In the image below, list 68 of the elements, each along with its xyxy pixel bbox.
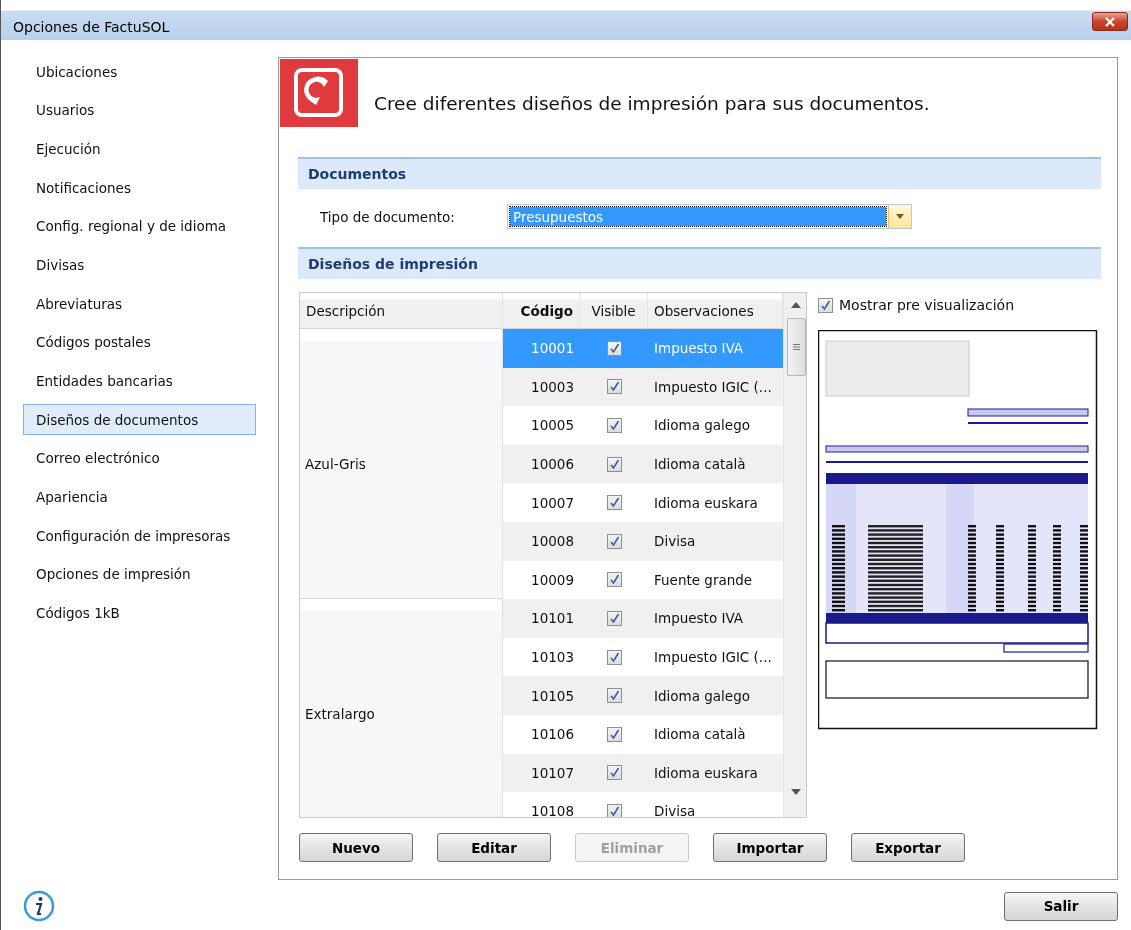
close-button[interactable] [1092,12,1128,31]
action-button[interactable]: Editar [437,833,551,862]
visible-checkbox[interactable] [606,340,622,356]
header-text: Cree diferentes diseños de impresión para sus documentos. [374,91,930,114]
description-cell: Extralargo [305,706,375,723]
sidebar-item[interactable]: Configuración de impresoras [23,520,256,552]
action-button[interactable]: Nuevo [299,833,413,862]
sidebar-item[interactable]: Códigos postales [23,326,256,358]
info-icon[interactable] [23,890,55,922]
visible-checkbox[interactable] [606,803,622,817]
window-title: Opciones de FactuSOL [13,19,170,35]
scrollbar[interactable] [783,293,806,817]
preview-checkbox[interactable] [818,297,833,313]
sidebar-item[interactable]: Config. regional y de idioma [23,210,256,242]
column-header[interactable]: Código [503,293,580,329]
sidebar-item[interactable]: Divisas [23,249,256,281]
description-cell: Azul-Gris [305,455,366,472]
sidebar-item[interactable]: Notificaciones [23,172,256,204]
scroll-down-icon[interactable] [791,789,801,795]
sidebar-item[interactable]: Ejecución [23,133,256,165]
section-header: Documentos [298,157,1101,189]
column-header[interactable]: Descripción [300,293,503,329]
visible-checkbox[interactable] [606,379,622,395]
observations-cell[interactable]: Idioma euskara [648,753,783,793]
action-button[interactable]: Exportar [851,833,965,862]
sidebar-item[interactable]: Diseños de documentos [23,404,256,436]
section-header: Diseños de impresión [298,247,1101,279]
grip-icon [793,344,800,350]
dropdown-arrow-icon [896,214,904,219]
visible-checkbox[interactable] [606,726,622,742]
observations-cell[interactable]: Impuesto IGIC (... [648,367,783,407]
code-cell[interactable]: 10003 [503,367,580,407]
observations-cell[interactable]: Impuesto IVA [648,599,783,638]
sidebar-item[interactable]: Usuarios [23,94,256,126]
visible-checkbox[interactable] [606,418,622,433]
sidebar-item[interactable]: Opciones de impresión [23,558,256,590]
action-button[interactable]: Importar [713,833,827,862]
code-cell[interactable]: 10107 [503,753,580,793]
visible-checkbox[interactable] [606,649,622,665]
field-label: Tipo de documento: [320,208,456,225]
visible-checkbox[interactable] [606,765,622,781]
scroll-up-icon[interactable] [791,302,801,308]
visible-checkbox[interactable] [606,572,622,588]
observations-cell[interactable]: Idioma galego [648,676,783,715]
exit-button[interactable]: Salir [1004,891,1118,921]
code-cell[interactable]: 10101 [503,599,580,638]
code-cell[interactable]: 10006 [503,444,580,484]
sidebar-item[interactable]: Entidades bancarias [23,365,256,397]
visible-checkbox[interactable] [606,610,622,626]
observations-cell[interactable]: Divisa [648,521,783,561]
checkbox-label: Mostrar pre visualización [839,297,1015,313]
code-cell[interactable]: 10105 [503,676,580,715]
sidebar-item[interactable]: Correo electrónico [23,442,256,474]
scroll-thumb[interactable] [787,318,806,376]
sidebar-item[interactable]: Ubicaciones [23,56,256,87]
visible-checkbox[interactable] [606,456,622,472]
visible-checkbox[interactable] [606,495,622,511]
column-header[interactable]: Observaciones [648,293,783,329]
observations-cell[interactable]: Idioma català [648,444,783,484]
sidebar-item[interactable]: Códigos 1kB [23,597,256,629]
visible-checkbox[interactable] [606,688,622,704]
sidebar-item[interactable]: Apariencia [23,481,256,513]
close-icon [1105,16,1115,27]
sidebar-item[interactable]: Abreviaturas [23,288,256,320]
visible-checkbox[interactable] [606,533,622,549]
column-header[interactable]: Visible [580,293,648,329]
code-cell[interactable]: 10008 [503,521,580,561]
app-logo-icon [280,59,358,127]
